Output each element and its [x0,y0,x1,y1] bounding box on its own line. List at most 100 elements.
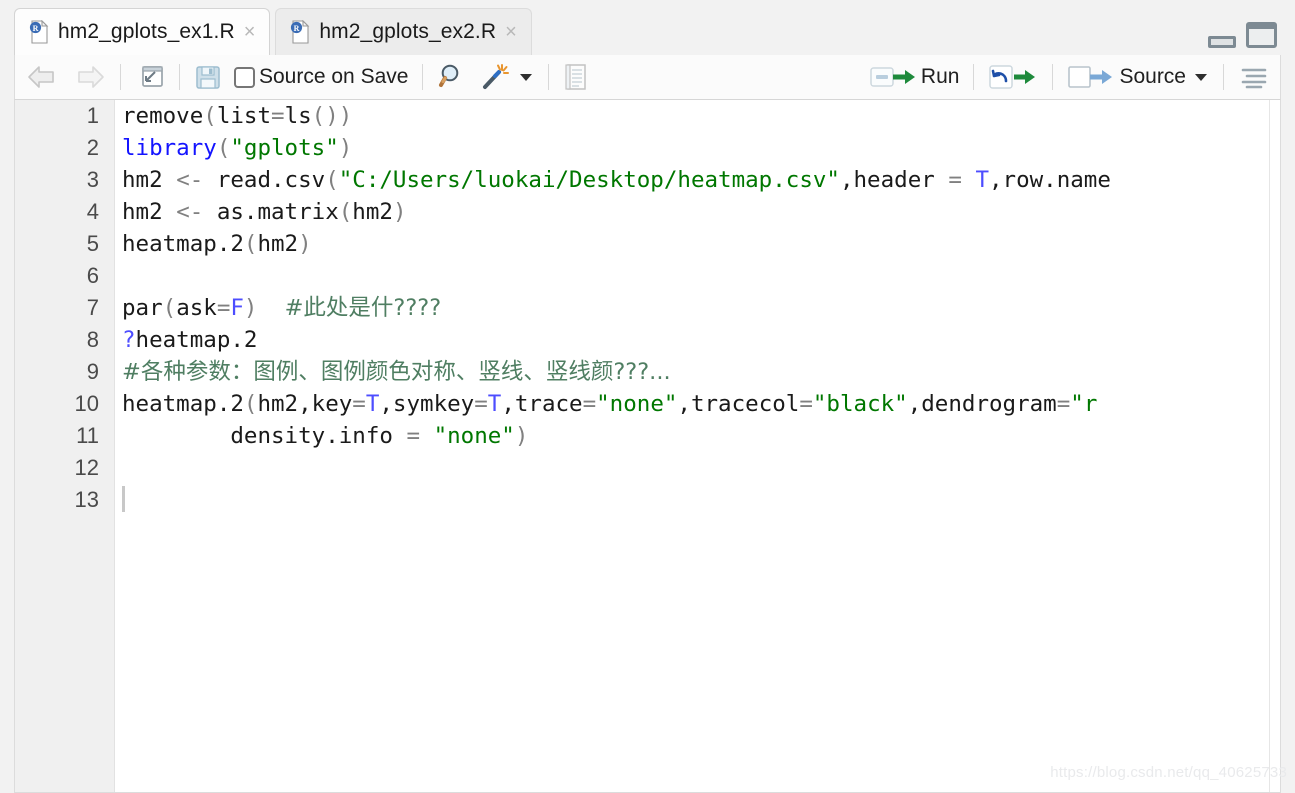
code-token: = [582,391,597,417]
back-button[interactable] [20,59,66,95]
line-number: 2 [86,135,99,160]
code-token: ,dendrogram [907,391,1057,417]
code-token: = [406,423,421,449]
forward-button[interactable] [66,59,112,95]
code-line-content: density.info = "none") [116,423,528,449]
toolbar-right-group: Run Source [863,55,1276,99]
code-line[interactable]: ?heatmap.2 [116,324,1280,356]
document-outline-button[interactable] [1232,59,1276,95]
code-token: = [948,167,962,193]
code-line[interactable]: density.info = "none") [116,420,1280,452]
run-icon [870,67,915,87]
checkbox-box[interactable] [234,66,255,88]
toolbar-divider [973,64,975,90]
code-token: T [365,391,380,417]
close-icon[interactable]: × [505,22,517,42]
back-arrow-icon [28,66,54,88]
code-token: ( [243,391,258,417]
code-token: as.matrix [203,199,339,225]
code-token: ) [392,199,407,225]
show-in-new-window-button[interactable] [129,59,171,95]
code-token: hm2 [257,231,299,257]
code-line[interactable]: heatmap.2(hm2) [116,228,1280,260]
code-token: hm2 [352,199,393,225]
line-number: 8 [86,327,99,352]
source-icon [1068,66,1113,88]
code-token: list [216,103,272,129]
compile-report-button[interactable] [557,59,595,95]
code-line-content: hm2 <- read.csv("C:/Users/luokai/Desktop… [116,167,1111,193]
line-number: 11 [76,423,99,448]
code-token: <- [176,167,204,193]
code-text-area[interactable]: remove(list=ls()) library("gplots") hm2 <-… [116,100,1280,792]
code-token: = [1056,391,1071,417]
chevron-down-icon[interactable] [520,73,533,81]
code-line-content: #各种参数：图例、图例颜色对称、竖线、竖线颜???... [116,359,671,385]
code-line[interactable]: heatmap.2(hm2,key=T,symkey=T,trace="none… [116,388,1280,420]
forward-arrow-icon [78,66,104,88]
code-line-content: remove(list=ls()) [116,103,352,129]
close-icon[interactable]: × [244,22,256,42]
code-token: "black" [812,391,908,417]
code-token: ,tracecol [677,391,800,417]
code-token: read.csv [203,167,326,193]
code-token: ( [216,135,231,161]
code-line[interactable]: #各种参数：图例、图例颜色对称、竖线、竖线颜???... [116,356,1280,388]
run-button[interactable]: Run [863,59,966,95]
line-number: 1 [86,103,99,128]
maximize-panel-icon[interactable] [1246,22,1277,48]
code-line[interactable]: par(ask=F) #此处是什???? [116,292,1280,324]
rerun-icon [989,65,1036,89]
code-token: hm2 [122,167,177,193]
code-line-content [116,455,122,481]
chevron-down-icon[interactable] [1195,73,1207,81]
magic-wand-icon [483,64,510,89]
code-line[interactable]: hm2 <- read.csv("C:/Users/luokai/Desktop… [116,164,1280,196]
find-replace-button[interactable] [431,59,473,95]
code-token: hm2 [122,199,177,225]
code-line[interactable]: hm2 <- as.matrix(hm2) [116,196,1280,228]
r-script-icon: R [29,19,49,44]
code-line[interactable]: library("gplots") [116,132,1280,164]
outline-icon [1241,68,1267,89]
popout-window-icon [142,66,163,87]
code-line[interactable] [116,452,1280,484]
code-token: ( [203,103,217,129]
code-token: density.info [122,423,407,449]
code-line-content: ?heatmap.2 [116,327,257,353]
code-line[interactable] [116,484,1280,516]
code-editor[interactable]: 1 2 3 4 5 6 7 8 9 10 11 12 13 remove(lis… [14,100,1281,793]
minimize-panel-icon[interactable] [1208,36,1236,48]
code-token: #各种参数：图例、图例颜色对称、竖线、竖线颜???... [122,359,671,385]
rstudio-source-pane: R hm2_gplots_ex1.R × R hm2_gplots_ex2.R … [0,0,1295,793]
code-token: "none" [596,391,678,417]
code-token: ( [311,103,326,129]
code-token: = [352,391,366,417]
save-button[interactable] [188,59,228,95]
code-line[interactable]: remove(list=ls()) [116,100,1280,132]
svg-text:R: R [33,24,39,33]
source-button[interactable]: Source [1061,59,1215,95]
tab-hm2-gplots-ex1[interactable]: R hm2_gplots_ex1.R × [14,8,271,55]
rerun-button[interactable] [982,59,1044,95]
code-token: = [474,391,488,417]
source-on-save-checkbox[interactable]: Source on Save [228,59,414,95]
code-line-content [116,486,125,513]
code-token: "none" [433,423,515,449]
code-token: ( [325,167,339,193]
editor-vertical-scrollbar[interactable] [1269,100,1280,792]
source-label: Source [1119,65,1186,88]
code-token: ) [338,135,353,161]
toolbar-divider [548,64,550,90]
line-number: 5 [86,231,99,256]
code-tools-button[interactable] [473,59,540,95]
code-token: "gplots" [230,135,339,161]
tab-hm2-gplots-ex2[interactable]: R hm2_gplots_ex2.R × [275,8,532,55]
code-line[interactable] [116,260,1280,292]
code-token: ( [338,199,353,225]
code-token: F [230,295,244,321]
tab-label: hm2_gplots_ex1.R [58,20,235,43]
code-token: ask [176,295,217,321]
